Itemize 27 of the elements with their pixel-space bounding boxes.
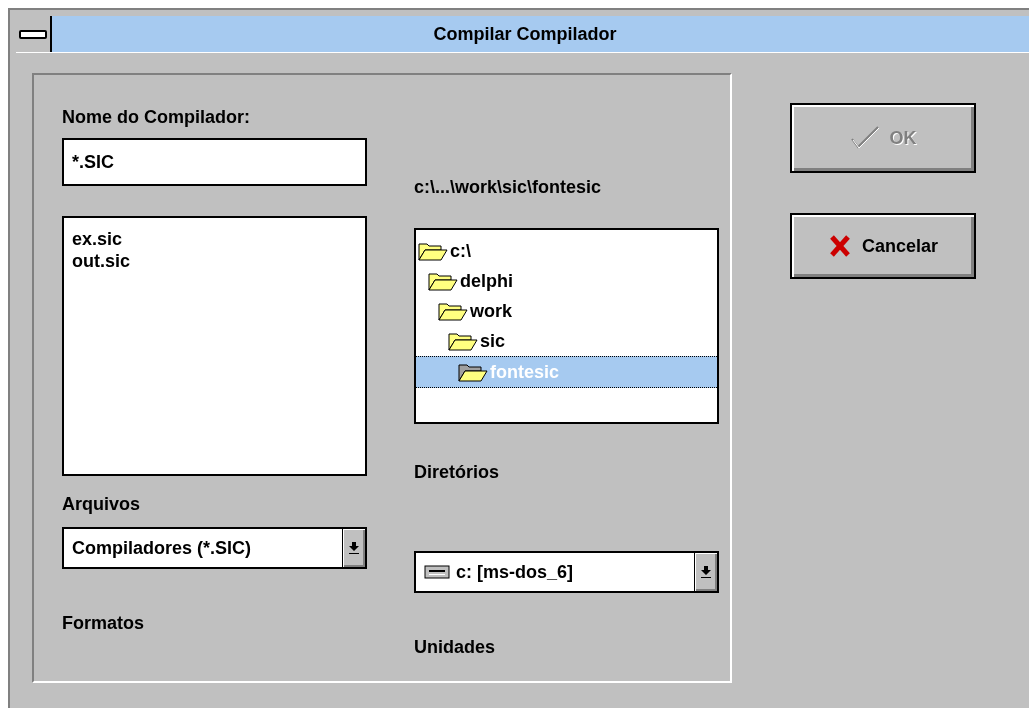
directory-tree[interactable]: c:\ delphi work sic fontesic <box>414 228 719 424</box>
format-dropdown[interactable]: Compiladores (*.SIC) <box>62 527 367 569</box>
drive-icon <box>424 565 450 579</box>
folder-icon <box>458 362 488 382</box>
field-label: Nome do Compilador: <box>62 107 251 128</box>
filename-field[interactable]: *.SIC <box>62 138 367 186</box>
directory-item[interactable]: delphi <box>416 266 717 296</box>
list-label: Arquivos <box>62 494 141 515</box>
folder-icon <box>448 331 478 351</box>
drive-dropdown[interactable]: c: [ms-dos_6] <box>414 551 719 593</box>
directory-item[interactable]: c:\ <box>416 236 717 266</box>
directory-item[interactable]: work <box>416 296 717 326</box>
current-path: c:\...\work\sic\fontesic <box>414 177 603 198</box>
dropdown-label: Unidades <box>414 637 497 658</box>
folder-icon <box>418 241 448 261</box>
folder-icon <box>438 301 468 321</box>
cancel-button[interactable]: Cancelar <box>790 213 976 279</box>
file-item[interactable]: out.sic <box>72 250 357 272</box>
tree-label: Diretórios <box>414 462 501 483</box>
checkmark-icon <box>849 125 880 151</box>
folder-icon <box>428 271 458 291</box>
window-title: Compilar Compilador <box>52 16 1029 52</box>
file-list[interactable]: ex.sic out.sic <box>62 216 367 476</box>
close-icon <box>827 234 852 258</box>
file-item[interactable]: ex.sic <box>72 228 357 250</box>
directory-item[interactable]: sic <box>416 326 717 356</box>
dropdown-label: Formatos <box>62 613 145 634</box>
